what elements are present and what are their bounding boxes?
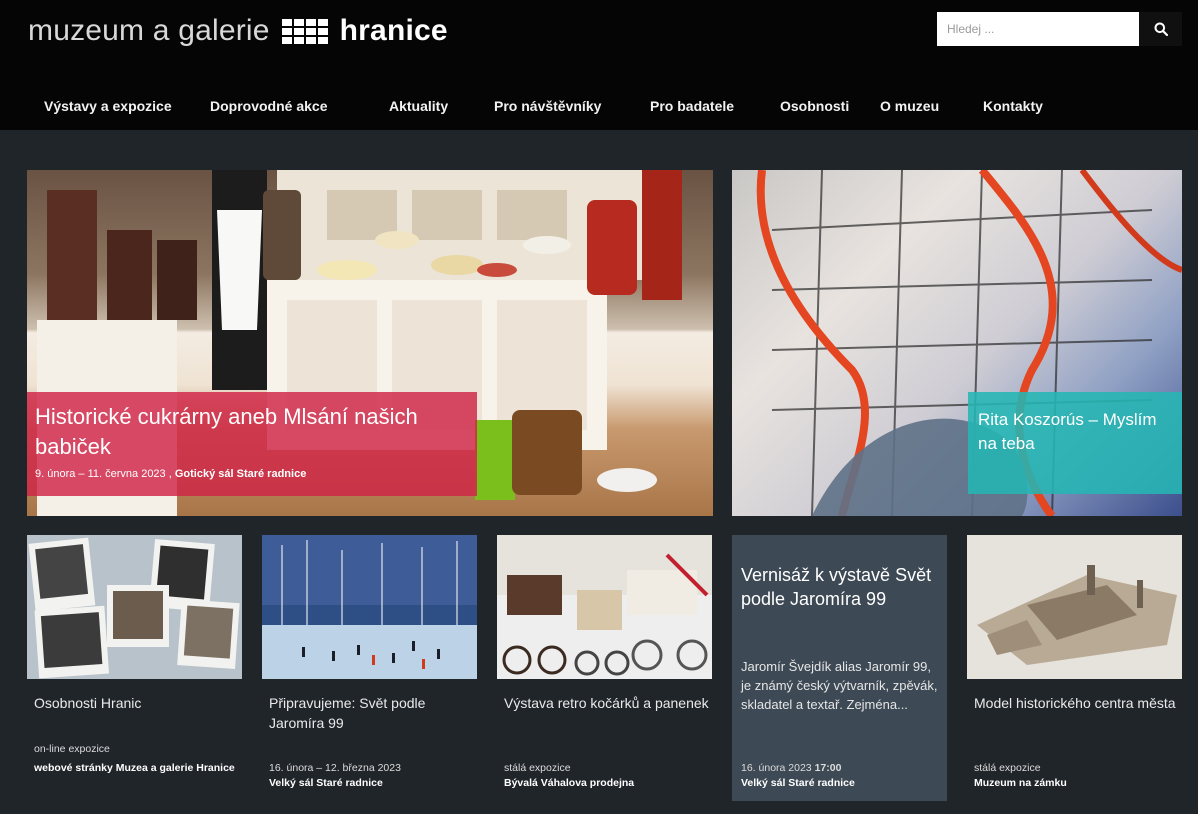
- event-excerpt: Jaromír Švejdík alias Jaromír 99, je zná…: [741, 659, 938, 712]
- hero-exhibition-koszorus[interactable]: Rita Koszorús – Myslím na teba: [732, 170, 1182, 516]
- card-title: Model historického centra města: [974, 695, 1176, 711]
- event-time: 17:00: [814, 762, 842, 774]
- card-retro-kocarky[interactable]: Výstava retro kočárků a panenek stálá ex…: [497, 535, 712, 801]
- card-title: Připravujeme: Svět podle Jaromíra 99: [269, 695, 426, 731]
- logo-text-light: muzeum a galerie: [28, 14, 270, 47]
- nav-item-pro-navstevniky[interactable]: Pro návštěvníky: [494, 98, 601, 114]
- search-button[interactable]: [1139, 12, 1182, 46]
- search-icon: [1154, 22, 1168, 36]
- hero-place-cukrarny: Gotický sál Staré radnice: [174, 468, 307, 480]
- search-input[interactable]: [937, 12, 1139, 46]
- event-place: Velký sál Staré radnice: [741, 777, 855, 789]
- site-logo[interactable]: muzeum a galerie hranice: [28, 14, 448, 48]
- card-type: stálá expozice: [504, 762, 571, 774]
- card-vernisaz-jaromir[interactable]: Vernisáž k výstavě Svět podle Jaromíra 9…: [732, 535, 947, 801]
- logo-text-bold: hranice: [339, 14, 448, 47]
- card-place: Velký sál Staré radnice: [269, 777, 383, 789]
- nav-item-o-muzeu[interactable]: O muzeu: [880, 98, 939, 114]
- hero-label-cukrarny[interactable]: Historické cukrárny aneb Mlsání našich b…: [27, 392, 477, 496]
- card-image-kocarky: [497, 535, 712, 679]
- card-osobnosti-hranic[interactable]: Osobnosti Hranic on-line expozice webové…: [27, 535, 242, 801]
- card-place: webové stránky Muzea a galerie Hranice: [34, 762, 235, 774]
- nav-item-osobnosti[interactable]: Osobnosti: [780, 98, 849, 114]
- hero-title-koszorus: Rita Koszorús – Myslím na teba: [978, 410, 1157, 453]
- logo-mark-icon: [281, 18, 328, 44]
- card-model-centra[interactable]: Model historického centra města stálá ex…: [967, 535, 1182, 801]
- card-jaromir-99[interactable]: Připravujeme: Svět podle Jaromíra 99 16.…: [262, 535, 477, 801]
- site-header: muzeum a galerie hranice Výstavy a expoz…: [0, 0, 1198, 130]
- hero-exhibition-cukrarny[interactable]: Historické cukrárny aneb Mlsání našich b…: [27, 170, 713, 516]
- hero-title-cukrarny: Historické cukrárny aneb Mlsání našich b…: [35, 404, 418, 459]
- card-dates: 16. února – 12. března 2023: [269, 762, 401, 774]
- event-date: 16. února 2023: [741, 762, 812, 774]
- main-navigation: Výstavy a expozice Doprovodné akce Aktua…: [0, 86, 1198, 130]
- card-title: Výstava retro kočárků a panenek: [504, 695, 709, 711]
- card-type: on-line expozice: [34, 743, 110, 755]
- card-image-model: [967, 535, 1182, 679]
- card-type: stálá expozice: [974, 762, 1041, 774]
- card-image-osobnosti: [27, 535, 242, 679]
- card-title: Osobnosti Hranic: [34, 695, 142, 711]
- hero-meta-cukrarny: 9. února – 11. června 2023 , Gotický sál…: [35, 468, 467, 480]
- card-image-jaromir: [262, 535, 477, 679]
- hero-dates-cukrarny: 9. února – 11. června 2023: [35, 468, 166, 480]
- search-box: [937, 12, 1182, 46]
- event-title: Vernisáž k výstavě Svět podle Jaromíra 9…: [741, 565, 932, 609]
- card-place: Muzeum na zámku: [974, 777, 1067, 789]
- nav-item-vystavy[interactable]: Výstavy a expozice: [44, 98, 172, 114]
- card-place: Bývalá Váhalova prodejna: [504, 777, 635, 789]
- nav-item-aktuality[interactable]: Aktuality: [389, 98, 448, 114]
- nav-item-kontakty[interactable]: Kontakty: [983, 98, 1043, 114]
- nav-item-pro-badatele[interactable]: Pro badatele: [650, 98, 734, 114]
- hero-label-koszorus[interactable]: Rita Koszorús – Myslím na teba: [968, 392, 1182, 494]
- event-datetime: 16. února 2023 17:00: [741, 762, 841, 774]
- nav-item-doprovodne-akce[interactable]: Doprovodné akce: [210, 98, 327, 114]
